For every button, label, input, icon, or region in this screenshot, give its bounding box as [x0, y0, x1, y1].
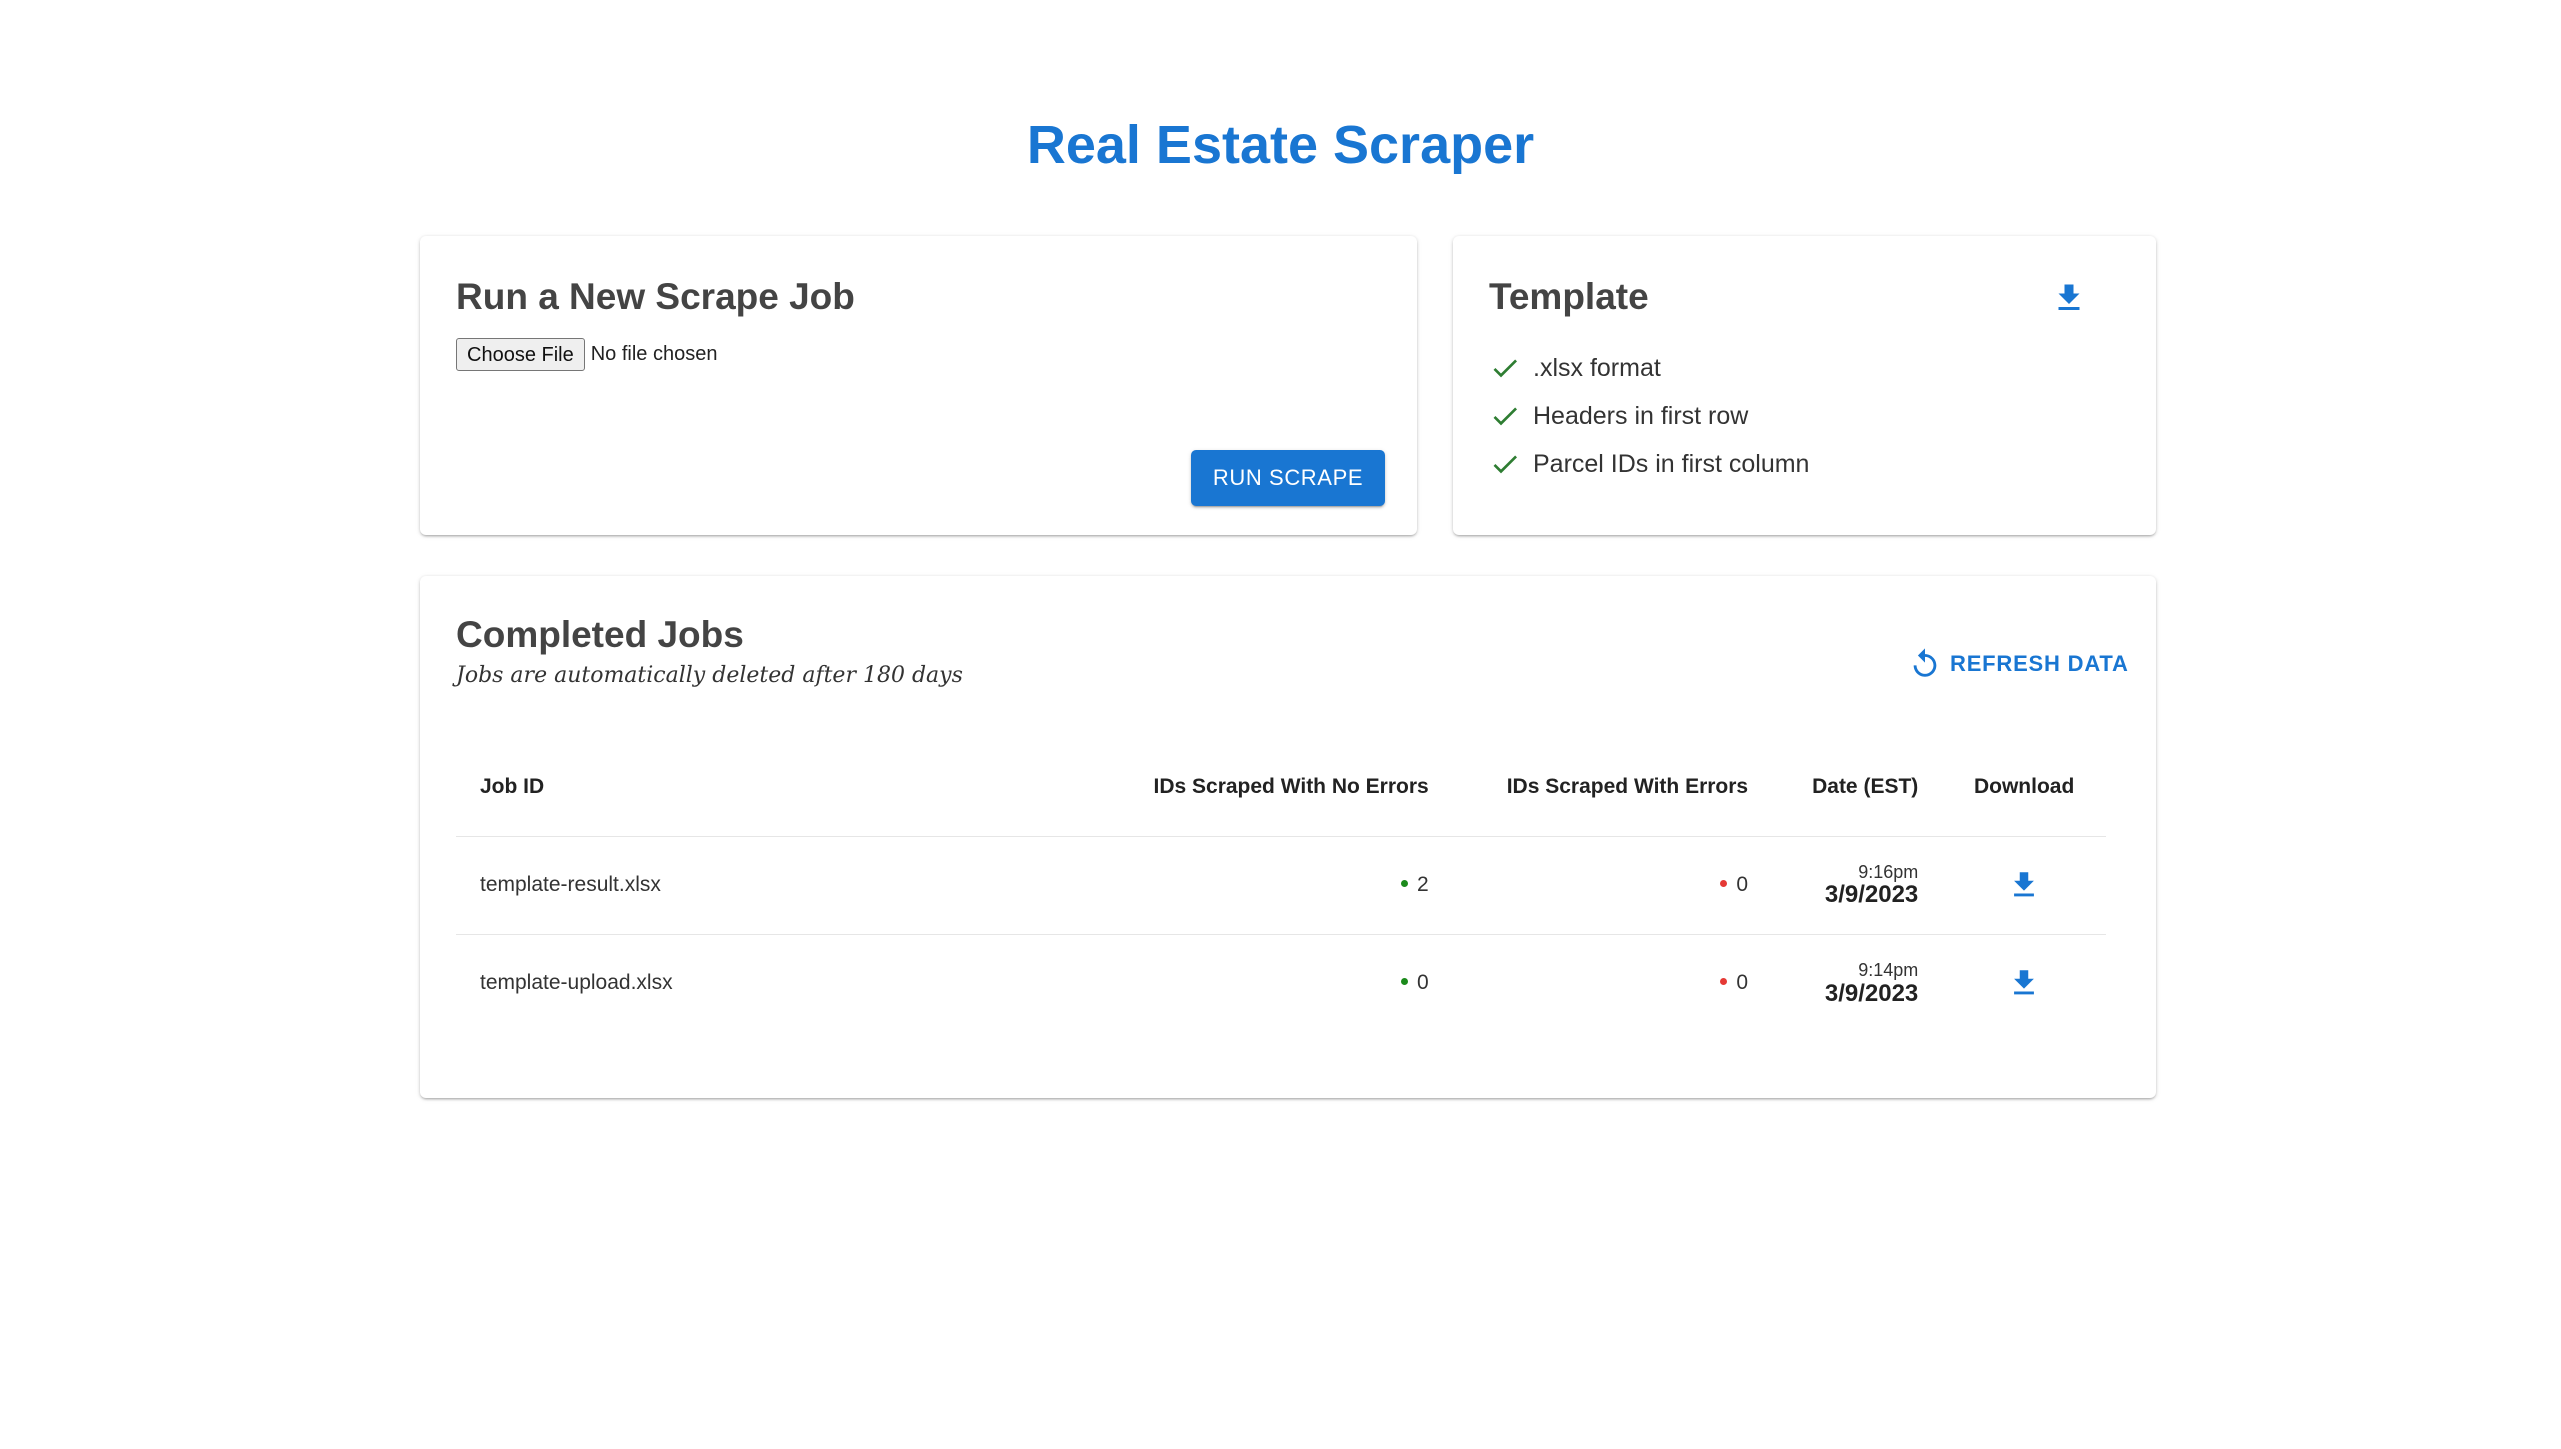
requirement-label: Parcel IDs in first column: [1533, 449, 1810, 478]
template-download-icon[interactable]: [2051, 280, 2087, 316]
error-dot: [1720, 879, 1728, 887]
requirement-label: Headers in first row: [1533, 401, 1749, 430]
no-errors-count: 0: [1417, 971, 1429, 995]
table-row: template-result.xlsx 2 0 9:16pm 3/9/2023: [456, 836, 2106, 935]
template-title: Template: [1489, 276, 1649, 317]
app-title: Real Estate Scraper: [1026, 115, 1535, 175]
download-cell: [1942, 836, 2106, 935]
no-errors-cell: 2: [1096, 836, 1453, 935]
refresh-data-button[interactable]: REFRESH DATA: [1896, 644, 2141, 684]
date-cell: 9:16pm 3/9/2023: [1772, 836, 1943, 935]
table-row: template-upload.xlsx 0 0 9:14pm 3/9/2023: [456, 934, 2106, 1032]
jobs-table: Job ID IDs Scraped With No Errors IDs Sc…: [456, 738, 2106, 1032]
row-download-icon[interactable]: [2007, 868, 2041, 902]
completed-jobs-title: Completed Jobs: [456, 614, 744, 655]
job-id-cell: template-upload.xlsx: [480, 971, 673, 995]
column-header-download: Download: [1942, 738, 2106, 837]
page: Real Estate Scraper Run a New Scrape Job…: [0, 0, 2561, 1449]
requirement-item: .xlsx format: [1489, 344, 1809, 392]
completed-jobs-subtitle: Jobs are automatically deleted after 180…: [456, 663, 963, 688]
row-download-icon[interactable]: [2007, 966, 2041, 1000]
requirement-label: .xlsx format: [1533, 353, 1661, 382]
job-date: 3/9/2023: [1824, 881, 1919, 909]
requirement-item: Parcel IDs in first column: [1489, 440, 1809, 488]
file-status: No file chosen: [590, 343, 718, 365]
date-cell: 9:14pm 3/9/2023: [1772, 934, 1942, 1032]
job-time: 9:16pm: [1858, 861, 1919, 882]
check-icon: [1489, 352, 1521, 384]
table-header-row: Job ID IDs Scraped With No Errors IDs Sc…: [456, 738, 2106, 837]
no-errors-count: 2: [1417, 873, 1429, 896]
job-time: 9:14pm: [1858, 959, 1919, 980]
no-errors-cell: 0: [1096, 934, 1453, 1032]
scrape-job-card: Run a New Scrape Job Choose File No file…: [420, 236, 1417, 535]
with-errors-count: 0: [1736, 873, 1749, 896]
with-errors-cell: 0: [1452, 836, 1773, 935]
template-card: Template .xlsx format Headers in first r…: [1453, 236, 2156, 535]
error-dot: [1720, 978, 1728, 986]
column-header-date[interactable]: Date (EST): [1772, 738, 1943, 837]
download-cell: [1942, 934, 2106, 1032]
success-dot: [1401, 978, 1409, 986]
column-header-with-errors[interactable]: IDs Scraped With Errors: [1452, 738, 1773, 837]
refresh-data-label: REFRESH DATA: [1950, 651, 2129, 676]
column-header-no-errors[interactable]: IDs Scraped With No Errors: [1096, 738, 1453, 837]
with-errors-count: 0: [1736, 971, 1749, 995]
scrape-job-title: Run a New Scrape Job: [456, 276, 855, 317]
check-icon: [1489, 400, 1521, 432]
run-scrape-button[interactable]: RUN SCRAPE: [1191, 450, 1385, 506]
check-icon: [1489, 448, 1521, 480]
choose-file-button[interactable]: Choose File: [456, 338, 585, 371]
completed-jobs-card: Completed Jobs Jobs are automatically de…: [420, 576, 2156, 1098]
job-date: 3/9/2023: [1824, 979, 1919, 1007]
file-input[interactable]: Choose File No file chosen: [456, 338, 717, 371]
template-requirements: .xlsx format Headers in first row Parcel…: [1489, 344, 1809, 488]
requirement-item: Headers in first row: [1489, 392, 1809, 440]
job-id-cell: template-result.xlsx: [456, 836, 1096, 935]
refresh-icon: [1913, 648, 1937, 677]
column-header-job-id[interactable]: Job ID: [456, 738, 1096, 837]
with-errors-cell: 0: [1453, 934, 1772, 1032]
success-dot: [1401, 879, 1409, 887]
